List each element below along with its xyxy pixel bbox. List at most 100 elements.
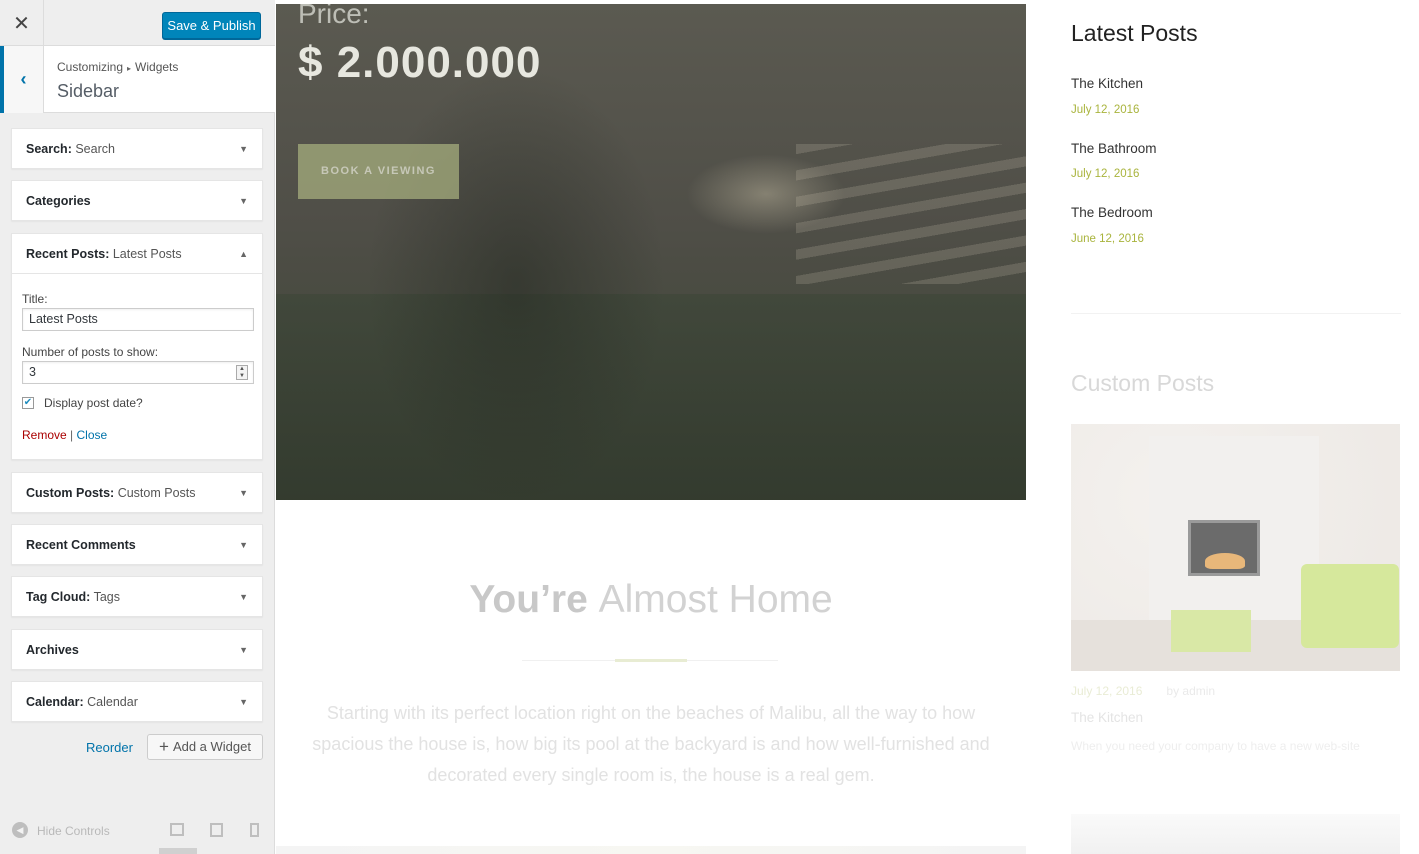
widget-type: Custom Posts: [26, 485, 115, 500]
breadcrumb: Customizing ▸ Widgets [57, 60, 178, 74]
number-stepper[interactable]: ▲ ▼ [236, 365, 248, 380]
breadcrumb-root: Customizing [57, 60, 124, 74]
chevron-left-icon: ‹ [20, 69, 27, 89]
widget-recent-comments[interactable]: Recent Comments ▼ [11, 524, 263, 565]
expand-arrow-icon[interactable]: ▼ [239, 144, 248, 154]
latest-post-date: July 12, 2016 [1071, 104, 1140, 116]
back-button[interactable]: ‹ [0, 46, 44, 113]
section-header: ‹ Customizing ▸ Widgets Sidebar [0, 46, 275, 113]
latest-post-link[interactable]: The Bathroom [1071, 141, 1157, 156]
thumbnail-fireplace [1188, 520, 1260, 576]
thumbnail-ottoman [1171, 610, 1251, 652]
latest-post-link[interactable]: The Kitchen [1071, 76, 1143, 91]
widget-custom-posts[interactable]: Custom Posts: Custom Posts ▼ [11, 472, 263, 513]
widget-header[interactable]: Calendar: Calendar ▼ [12, 682, 262, 721]
remove-link[interactable]: Remove [22, 428, 67, 442]
customizer-header: ✕ Save & Publish [0, 0, 275, 46]
widget-type: Archives [26, 642, 79, 657]
expand-arrow-icon[interactable]: ▼ [239, 540, 248, 550]
widget-title: Search [75, 141, 115, 156]
custom-post-thumbnail-next [1071, 814, 1400, 854]
widget-tag-cloud[interactable]: Tag Cloud: Tags ▼ [11, 576, 263, 617]
section-title: Sidebar [57, 81, 120, 101]
close-link[interactable]: Close [77, 428, 108, 442]
add-widget-button[interactable]: + Add a Widget [147, 734, 263, 760]
mobile-preview-icon[interactable] [250, 823, 259, 837]
widget-header[interactable]: Search: Search ▼ [12, 129, 262, 168]
expand-arrow-icon[interactable]: ▼ [239, 645, 248, 655]
widget-search[interactable]: Search: Search ▼ [11, 128, 263, 169]
custom-post-excerpt: When you need your company to have a new… [1071, 739, 1360, 753]
bottom-strip [276, 846, 1026, 854]
display-date-checkbox[interactable]: ✔ [22, 397, 34, 409]
post-count-input[interactable]: 3 ▲ ▼ [22, 361, 254, 384]
widget-calendar[interactable]: Calendar: Calendar ▼ [11, 681, 263, 722]
custom-posts-title: Custom Posts [1071, 370, 1215, 396]
add-widget-label: Add a Widget [172, 739, 251, 754]
widget-type: Tag Cloud: [26, 589, 91, 604]
display-date-row: ✔ Display post date? [22, 396, 252, 410]
customizer-screen: ✕ Save & Publish ‹ Customizing ▸ Widgets S… [0, 0, 1419, 854]
intro-heading: You’re Almost Home [276, 578, 1026, 622]
widget-archives[interactable]: Archives ▼ [11, 629, 263, 670]
intro-text: Starting with its perfect location right… [312, 703, 990, 785]
desktop-preview-icon[interactable] [170, 823, 184, 836]
intro-heading-bold: You’re [469, 578, 588, 621]
plus-icon: + [159, 737, 169, 756]
widget-header[interactable]: Custom Posts: Custom Posts ▼ [12, 473, 262, 512]
reorder-link[interactable]: Reorder [86, 740, 133, 755]
widget-type: Search: [26, 141, 72, 156]
custom-post-meta: July 12, 2016 by admin [1071, 684, 1215, 698]
expand-arrow-icon[interactable]: ▼ [239, 697, 248, 707]
latest-post-date: June 12, 2016 [1071, 233, 1144, 245]
expand-arrow-icon[interactable]: ▼ [239, 488, 248, 498]
price-value: $ 2.000.000 [298, 38, 542, 87]
widget-header[interactable]: Categories ▼ [12, 181, 262, 220]
site-preview: Price: $ 2.000.000 BOOK A VIEWING You’re… [276, 0, 1419, 854]
customizer-footer: ◀ Hide Controls [0, 810, 275, 854]
widget-title: Tags [93, 589, 120, 604]
hero-bush [366, 64, 666, 500]
sidebar-separator [1071, 313, 1401, 314]
widget-header[interactable]: Recent Posts: Latest Posts ▲ [12, 234, 262, 273]
save-publish-button[interactable]: Save & Publish [162, 12, 261, 39]
widget-actions: Remove | Close [22, 428, 252, 442]
widget-categories[interactable]: Categories ▼ [11, 180, 263, 221]
widget-type: Categories [26, 193, 91, 208]
title-input[interactable]: Latest Posts [22, 308, 254, 331]
widget-type: Recent Posts: [26, 246, 110, 261]
latest-post-link[interactable]: The Bedroom [1071, 205, 1153, 220]
tablet-preview-icon[interactable] [210, 823, 223, 837]
custom-post-link[interactable]: The Kitchen [1071, 710, 1143, 725]
widget-title: Calendar [87, 694, 138, 709]
widget-form: Title: Latest Posts Number of posts to s… [12, 273, 262, 442]
widget-recent-posts[interactable]: Recent Posts: Latest Posts ▲ Title: Late… [11, 233, 263, 460]
close-customizer-button[interactable]: ✕ [0, 0, 44, 46]
breadcrumb-current: Widgets [135, 60, 179, 74]
widget-title: Custom Posts [117, 485, 196, 500]
collapse-sidebar-icon[interactable]: ◀ [12, 822, 28, 838]
hero-image: Price: $ 2.000.000 BOOK A VIEWING [276, 4, 1026, 500]
breadcrumb-separator: ▸ [127, 64, 132, 73]
widget-header[interactable]: Recent Comments ▼ [12, 525, 262, 564]
custom-post-thumbnail[interactable] [1071, 424, 1400, 671]
collapse-arrow-icon[interactable]: ▲ [239, 249, 248, 259]
book-viewing-button[interactable]: BOOK A VIEWING [298, 144, 459, 199]
hide-controls-button[interactable]: Hide Controls [37, 824, 110, 838]
title-label: Title: [22, 292, 48, 306]
widget-type: Recent Comments [26, 537, 136, 552]
expand-arrow-icon[interactable]: ▼ [239, 592, 248, 602]
link-separator: | [70, 428, 74, 442]
widget-type: Calendar: [26, 694, 84, 709]
close-icon: ✕ [13, 12, 30, 35]
widget-header[interactable]: Tag Cloud: Tags ▼ [12, 577, 262, 616]
expand-arrow-icon[interactable]: ▼ [239, 196, 248, 206]
latest-posts-title: Latest Posts [1071, 20, 1198, 46]
active-device-indicator [159, 848, 197, 854]
post-count-value: 3 [29, 365, 36, 379]
customizer-panel: ✕ Save & Publish ‹ Customizing ▸ Widgets S… [0, 0, 275, 854]
display-date-label: Display post date? [44, 396, 143, 410]
widget-title: Latest Posts [112, 246, 182, 261]
post-count-label: Number of posts to show: [22, 345, 159, 359]
widget-header[interactable]: Archives ▼ [12, 630, 262, 669]
